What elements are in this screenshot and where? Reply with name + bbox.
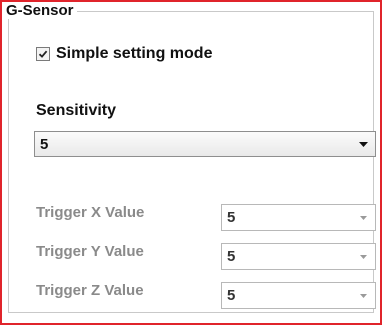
sensitivity-label: Sensitivity xyxy=(36,102,117,119)
simple-mode-checkbox[interactable] xyxy=(36,47,50,61)
trigger-y-value: 5 xyxy=(227,248,236,265)
chevron-down-icon xyxy=(358,215,368,220)
sensitivity-value: 5 xyxy=(40,135,49,153)
trigger-z-label: Trigger Z Value xyxy=(36,282,144,299)
sensitivity-select[interactable]: 5 xyxy=(34,131,376,157)
trigger-z-value: 5 xyxy=(227,287,236,304)
group-border-top xyxy=(76,11,374,12)
trigger-x-select[interactable]: 5 xyxy=(221,204,376,231)
trigger-x-value: 5 xyxy=(227,209,236,226)
simple-mode-label: Simple setting mode xyxy=(56,45,213,62)
trigger-y-select[interactable]: 5 xyxy=(221,243,376,270)
trigger-x-label: Trigger X Value xyxy=(36,204,145,221)
checkmark-icon xyxy=(38,50,48,58)
trigger-y-label: Trigger Y Value xyxy=(36,243,144,260)
chevron-down-icon xyxy=(358,141,368,147)
chevron-down-icon xyxy=(358,293,368,298)
group-title: G-Sensor xyxy=(5,2,77,19)
simple-mode-checkbox-row[interactable]: Simple setting mode xyxy=(36,45,212,63)
chevron-down-icon xyxy=(358,254,368,259)
trigger-z-select[interactable]: 5 xyxy=(221,282,376,309)
